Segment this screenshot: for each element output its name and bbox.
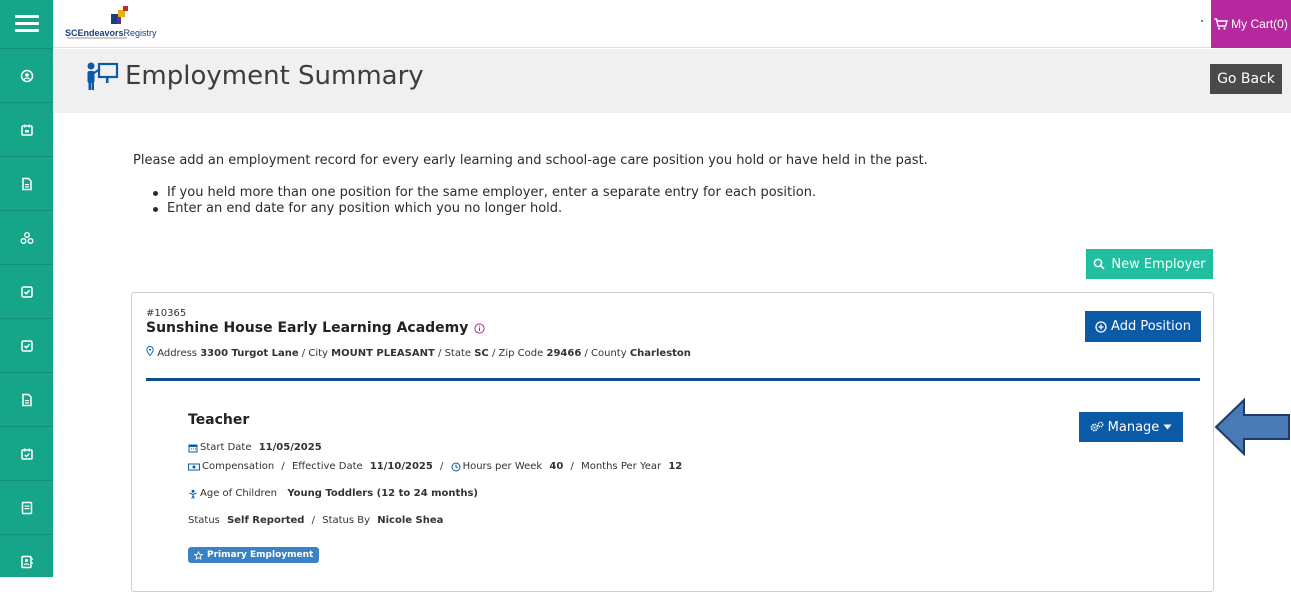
- app-logo[interactable]: SCEndeavorsRegistry: [65, 6, 185, 40]
- section-divider: [146, 378, 1200, 381]
- position-title: Teacher: [188, 412, 250, 428]
- add-position-button[interactable]: Add Position: [1085, 311, 1201, 342]
- search-icon: [1094, 258, 1105, 270]
- sidebar-item-documents[interactable]: [0, 156, 53, 210]
- child-icon: [189, 489, 197, 499]
- employer-address: Address 3300 Turgot Lane / City MOUNT PL…: [146, 346, 691, 359]
- compensation-line: Compensation / Effective Date 11/10/2025…: [188, 461, 682, 472]
- list-item: Enter an end date for any position which…: [153, 201, 816, 217]
- separator-dot: [1201, 20, 1203, 22]
- sidebar-item-organizations[interactable]: [0, 210, 53, 264]
- calendar-icon: [20, 124, 33, 136]
- info-icon[interactable]: [474, 322, 485, 334]
- logo-tagline: [67, 37, 127, 39]
- logo-mark-icon: [111, 6, 128, 24]
- organization-icon: [20, 231, 33, 244]
- checkbox-icon: [20, 285, 33, 298]
- intro-text: Please add an employment record for ever…: [133, 153, 928, 168]
- start-date-line: Start Date 11/05/2025: [188, 442, 322, 453]
- map-pin-icon: [146, 346, 154, 357]
- clock-icon: [451, 462, 461, 471]
- title-bar: Employment Summary Go Back: [53, 49, 1291, 113]
- document-icon: [21, 177, 32, 190]
- teacher-board-icon: [87, 62, 119, 90]
- primary-employment-badge: Primary Employment: [188, 547, 320, 563]
- status-line: Status Self Reported / Status By Nicole …: [188, 515, 444, 526]
- sidebar-item-profile[interactable]: [0, 48, 53, 102]
- employer-name: Sunshine House Early Learning Academy: [146, 320, 485, 336]
- sidebar-item-calendar[interactable]: [0, 102, 53, 156]
- sidebar-item-tasks[interactable]: [0, 264, 53, 318]
- cogs-icon: [1090, 421, 1104, 432]
- go-back-button[interactable]: Go Back: [1210, 64, 1282, 94]
- sidebar-item-reports[interactable]: [0, 480, 53, 534]
- user-circle-icon: [20, 69, 33, 82]
- sidebar-item-records[interactable]: [0, 372, 53, 426]
- document-icon: [21, 393, 32, 406]
- sidebar-item-checklist[interactable]: [0, 318, 53, 372]
- employer-card: #10365 Sunshine House Early Learning Aca…: [131, 292, 1214, 592]
- sidebar-item-contacts[interactable]: [0, 534, 53, 588]
- calendar-check-icon: [20, 448, 33, 460]
- pointer-arrow-icon: [1214, 398, 1290, 456]
- my-cart-button[interactable]: My Cart(0): [1211, 0, 1291, 48]
- money-icon: [188, 463, 200, 470]
- new-employer-button[interactable]: New Employer: [1086, 249, 1213, 279]
- employer-id: #10365: [146, 308, 187, 319]
- age-of-children-line: Age of Children Young Toddlers (12 to 24…: [188, 488, 478, 499]
- list-icon: [21, 501, 32, 514]
- caret-down-icon: [1163, 424, 1172, 430]
- instructions-list: If you held more than one position for t…: [153, 185, 816, 217]
- plus-circle-icon: [1095, 320, 1107, 333]
- sidebar: [0, 0, 53, 577]
- list-item: If you held more than one position for t…: [153, 185, 816, 201]
- page-title: Employment Summary: [85, 61, 424, 91]
- checkbox-icon: [20, 339, 33, 352]
- calendar-icon: [188, 444, 198, 452]
- cart-label: My Cart(0): [1231, 17, 1288, 31]
- star-icon: [194, 550, 203, 560]
- manage-dropdown-button[interactable]: Manage: [1079, 412, 1183, 442]
- contact-card-icon: [20, 555, 33, 568]
- sidebar-item-employment[interactable]: [0, 426, 53, 480]
- hamburger-menu-icon[interactable]: [0, 0, 53, 48]
- cart-icon: [1214, 18, 1229, 30]
- top-bar: SCEndeavorsRegistry: [53, 0, 1291, 48]
